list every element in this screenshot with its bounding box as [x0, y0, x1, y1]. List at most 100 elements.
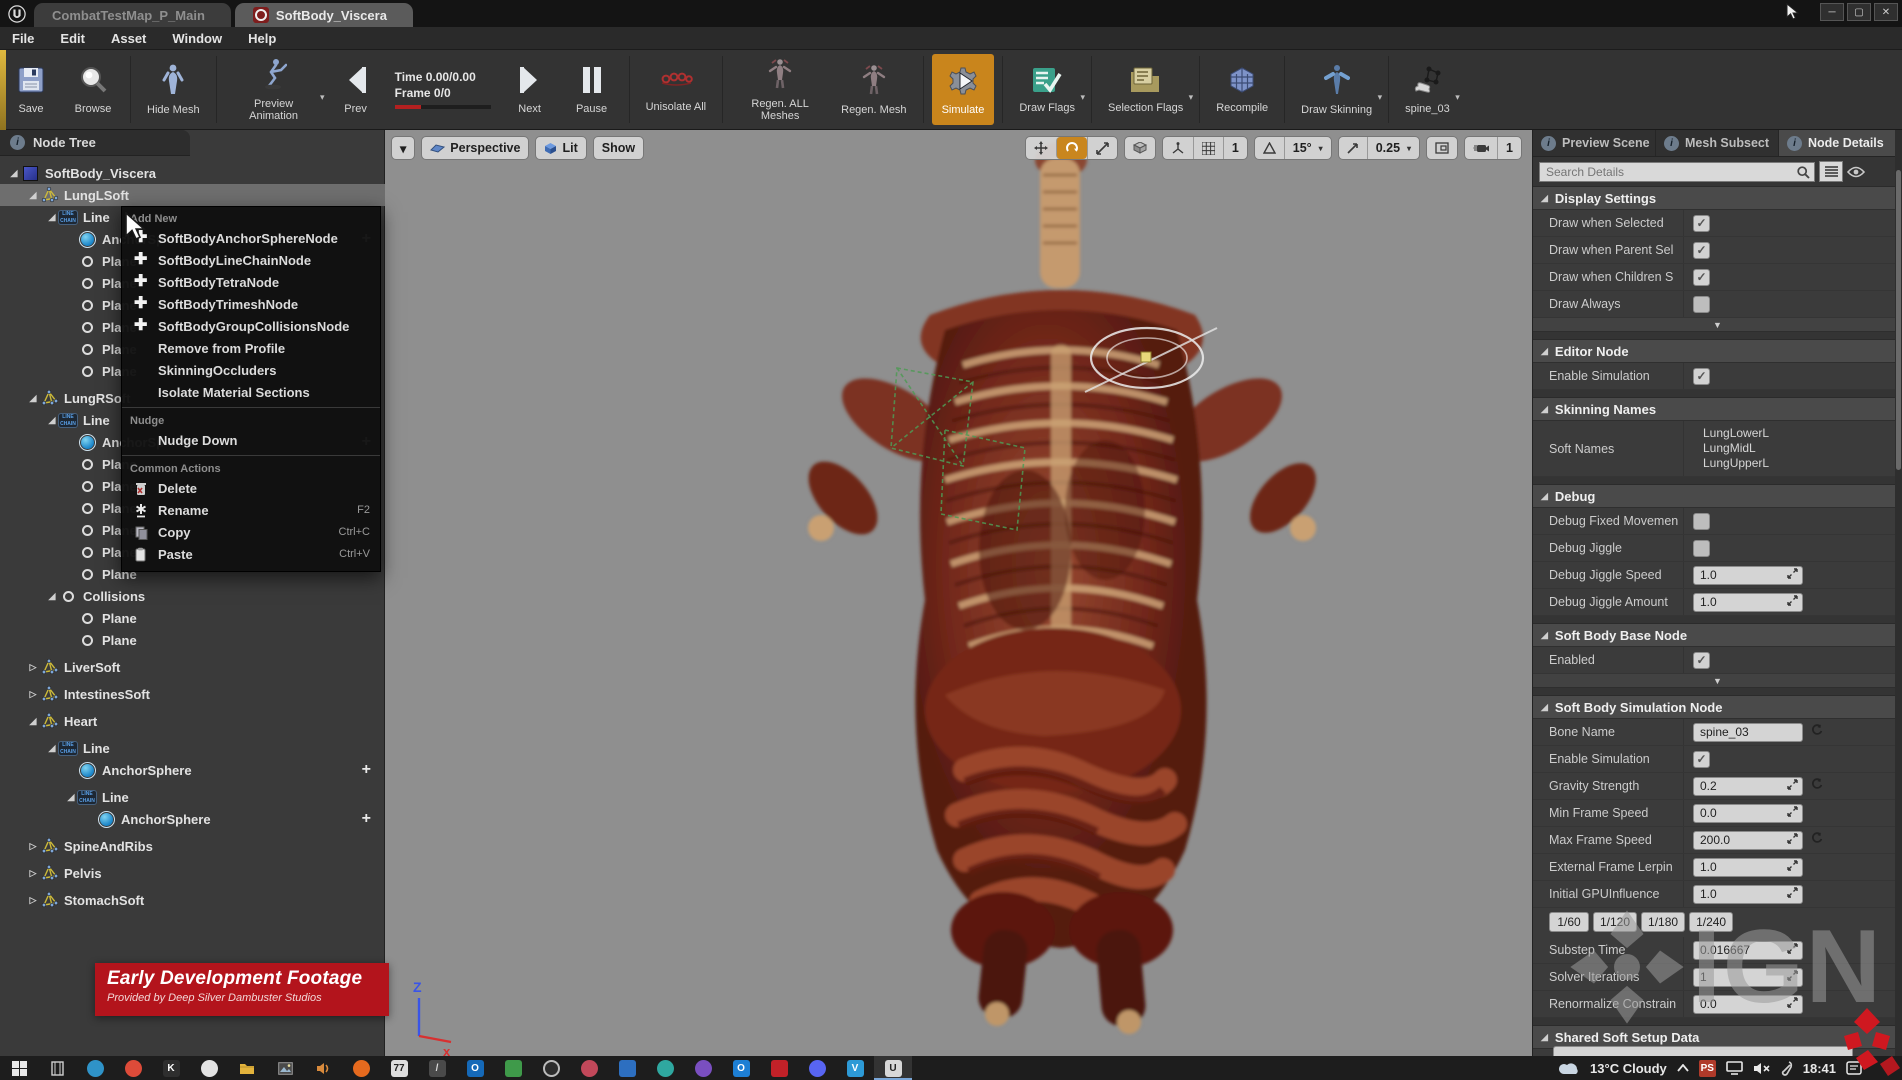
taskbar-app-audio[interactable] — [304, 1056, 342, 1080]
tree-item-plane[interactable]: Plane — [0, 607, 385, 629]
details-tab-preview-scene[interactable]: iPreview Scene — [1533, 130, 1656, 156]
section-header[interactable]: ◢Display Settings — [1533, 186, 1902, 210]
section-header[interactable]: ◢Debug — [1533, 484, 1902, 508]
section-header[interactable]: ◢Skinning Names — [1533, 397, 1902, 421]
expand-arrow-icon[interactable]: ◢ — [65, 792, 77, 803]
expand-arrow-icon[interactable]: ▷ — [27, 841, 39, 852]
scale-snap-button[interactable] — [1339, 137, 1367, 159]
context-menu-item-remove-from-profile[interactable]: Remove from Profile — [122, 337, 380, 359]
tree-item-plane[interactable]: Plane — [0, 629, 385, 651]
taskbar-app-hex-green[interactable] — [494, 1056, 532, 1080]
viewport-3d[interactable]: ▾ Perspective Lit Show 1 — [385, 130, 1532, 1056]
add-node-button[interactable]: + — [362, 761, 371, 779]
spin-box[interactable]: 1.0 — [1693, 858, 1803, 877]
drag-handle-icon[interactable] — [1787, 833, 1798, 847]
context-menu-item-nudge-down[interactable]: Nudge Down — [122, 429, 380, 451]
expand-arrow-icon[interactable]: ▷ — [27, 662, 39, 673]
surface-snap-button[interactable] — [1163, 137, 1193, 159]
checkbox[interactable] — [1693, 513, 1710, 530]
section-expander[interactable]: ▼ — [1533, 318, 1902, 332]
checkbox[interactable]: ✓ — [1693, 215, 1710, 232]
rotation-snap-button[interactable] — [1255, 137, 1284, 159]
spine-03-button[interactable]: spine_03▾ — [1395, 50, 1460, 129]
preset-button[interactable]: 1/120 — [1593, 912, 1637, 932]
reset-to-default-icon[interactable] — [1811, 831, 1823, 849]
tree-item-intestinessoft[interactable]: ▷IntestinesSoft — [0, 683, 385, 705]
tree-item-lunglsoft[interactable]: ◢LungLSoft — [0, 184, 385, 206]
draw-skinning-button[interactable]: Draw Skinning▾ — [1291, 50, 1382, 129]
expand-arrow-icon[interactable]: ▷ — [27, 895, 39, 906]
menu-help[interactable]: Help — [248, 31, 276, 46]
section-header[interactable]: ◢Soft Body Simulation Node — [1533, 695, 1902, 719]
tree-item-anchorsphere[interactable]: AnchorSphere+ — [0, 759, 385, 781]
unisolate-all-button[interactable]: Unisolate All — [636, 50, 717, 129]
tree-item-softbody-viscera[interactable]: ◢SoftBody_Viscera — [0, 162, 385, 184]
text-field[interactable]: spine_03 — [1693, 723, 1803, 742]
playstation-tray-icon[interactable]: PS — [1699, 1060, 1716, 1077]
drag-handle-icon[interactable] — [1787, 595, 1798, 609]
drag-handle-icon[interactable] — [1787, 806, 1798, 820]
editor-tab[interactable]: SoftBody_Viscera — [235, 3, 413, 27]
context-menu-item-copy[interactable]: CopyCtrl+C — [122, 521, 380, 543]
rotate-tool-button[interactable] — [1056, 137, 1087, 159]
spin-box[interactable]: 1.0 — [1693, 593, 1803, 612]
expand-arrow-icon[interactable]: ◢ — [27, 190, 39, 201]
section-header[interactable]: ◢Soft Body Base Node — [1533, 623, 1902, 647]
dropdown-caret-icon[interactable]: ▾ — [1080, 92, 1085, 103]
taskbar-app-outlook[interactable]: O — [456, 1056, 494, 1080]
camera-speed-button[interactable] — [1465, 137, 1497, 159]
regen-all-meshes-button[interactable]: Regen. ALL Meshes — [729, 50, 831, 129]
checkbox[interactable] — [1693, 540, 1710, 557]
camera-speed-value[interactable]: 1 — [1497, 137, 1521, 159]
viscera-model[interactable]: Z x — [385, 130, 1532, 1056]
tree-item-stomachsoft[interactable]: ▷StomachSoft — [0, 889, 385, 911]
expand-arrow-icon[interactable]: ◢ — [46, 591, 58, 602]
close-button[interactable]: ✕ — [1874, 3, 1898, 21]
dropdown-caret-icon[interactable]: ▾ — [1189, 92, 1194, 103]
selection-flags-button[interactable]: Selection Flags▾ — [1098, 50, 1193, 129]
tree-item-liversoft[interactable]: ▷LiverSoft — [0, 656, 385, 678]
checkbox[interactable] — [1693, 296, 1710, 313]
hide-mesh-button[interactable]: Hide Mesh — [137, 50, 210, 129]
taskbar-app-firefox[interactable] — [342, 1056, 380, 1080]
section-collapse-icon[interactable]: ◢ — [1541, 346, 1548, 357]
volume-muted-icon[interactable] — [1753, 1062, 1771, 1075]
taskbar-app-chrome[interactable] — [114, 1056, 152, 1080]
reset-to-default-icon[interactable] — [1811, 777, 1823, 795]
notification-center-icon[interactable] — [1846, 1061, 1862, 1075]
drag-handle-icon[interactable] — [1787, 997, 1798, 1011]
taskbar-app-orb-teal[interactable] — [646, 1056, 684, 1080]
add-node-button[interactable]: + — [362, 810, 371, 828]
tree-item-spineandribs[interactable]: ▷SpineAndRibs — [0, 835, 385, 857]
taskbar-app-file-explorer[interactable] — [228, 1056, 266, 1080]
prev-button[interactable]: Prev — [325, 50, 387, 129]
context-menu-item-paste[interactable]: PasteCtrl+V — [122, 543, 380, 565]
expand-arrow-icon[interactable]: ◢ — [46, 415, 58, 426]
next-button[interactable]: Next — [499, 50, 561, 129]
details-view-options-button[interactable] — [1819, 161, 1843, 182]
spin-box[interactable]: 1.0 — [1693, 566, 1803, 585]
maximize-button[interactable]: ▢ — [1847, 3, 1871, 21]
taskbar-app-obs[interactable] — [532, 1056, 570, 1080]
context-menu-item-rename[interactable]: RenameF2 — [122, 499, 380, 521]
taskbar-app-edge[interactable] — [76, 1056, 114, 1080]
display-tray-icon[interactable] — [1726, 1061, 1743, 1075]
checkbox[interactable]: ✓ — [1693, 652, 1710, 669]
taskbar-app-calc[interactable]: 77 — [380, 1056, 418, 1080]
section-header[interactable]: ◢Editor Node — [1533, 339, 1902, 363]
expand-arrow-icon[interactable]: ◢ — [8, 168, 20, 179]
taskbar-app-blue-o[interactable]: O — [722, 1056, 760, 1080]
section-expander[interactable]: ▼ — [1533, 674, 1902, 688]
details-tab-node-details[interactable]: iNode Details — [1779, 130, 1902, 156]
section-collapse-icon[interactable]: ◢ — [1541, 630, 1548, 641]
spin-box[interactable]: 0.2 — [1693, 777, 1803, 796]
show-menu-button[interactable]: Show — [593, 136, 644, 160]
spin-box[interactable]: 200.0 — [1693, 831, 1803, 850]
menu-file[interactable]: File — [12, 31, 34, 46]
spin-box[interactable]: 0.016667 — [1693, 941, 1803, 960]
simulate-button[interactable]: Simulate — [932, 54, 995, 125]
drag-handle-icon[interactable] — [1787, 943, 1798, 957]
spin-box[interactable]: 1.0 — [1693, 885, 1803, 904]
context-menu-item-softbodyanchorspherenode[interactable]: ✚SoftBodyAnchorSphereNode — [122, 227, 380, 249]
context-menu-item-softbodylinechainnode[interactable]: ✚SoftBodyLineChainNode — [122, 249, 380, 271]
